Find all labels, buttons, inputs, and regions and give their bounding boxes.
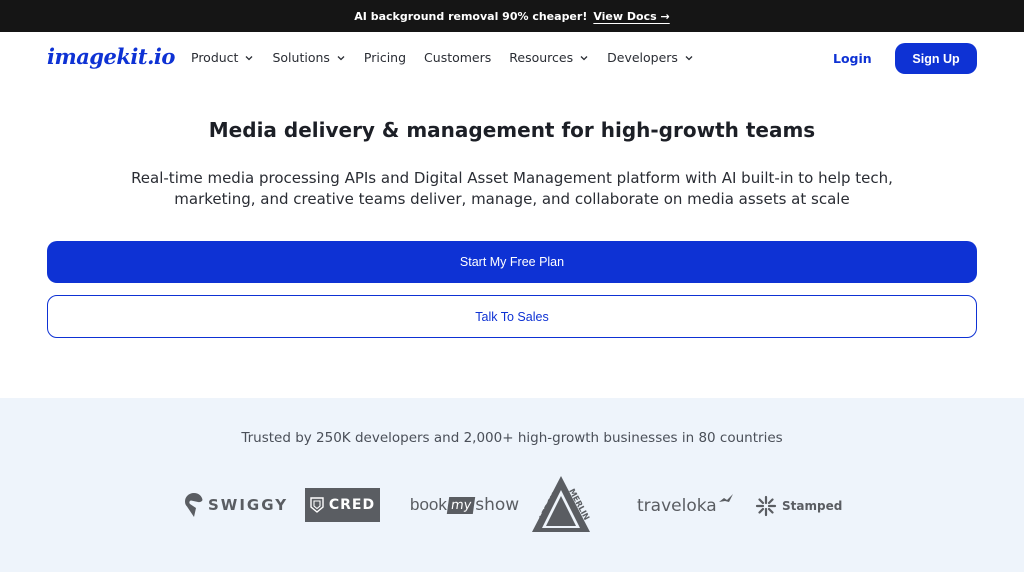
chevron-down-icon [337, 55, 345, 60]
trusted-section: Trusted by 250K developers and 2,000+ hi… [0, 398, 1024, 572]
nav-item-solutions[interactable]: Solutions [272, 50, 345, 65]
trusted-text: Trusted by 250K developers and 2,000+ hi… [241, 430, 783, 446]
nav-item-label: Customers [424, 50, 492, 65]
sign-up-button[interactable]: Sign Up [895, 43, 977, 74]
nav-item-label: Pricing [363, 50, 407, 65]
stamped-wordmark: Stamped [782, 499, 843, 513]
login-link[interactable]: Login [833, 51, 872, 66]
swiggy-mark-icon [185, 493, 203, 517]
imagekit-logo[interactable]: imagekit.io [47, 44, 175, 69]
start-free-plan-button[interactable]: Start My Free Plan [47, 241, 977, 283]
leroy-merlin-logo: LEROY MERLIN [528, 472, 594, 538]
chevron-down-icon [246, 55, 253, 60]
bookmyshow-my-badge: my [446, 496, 476, 514]
main-menu: Product Solutions Pricing Customers Reso… [191, 50, 694, 65]
nav-item-label: Product [191, 50, 239, 65]
nav-item-label: Resources [509, 50, 574, 65]
view-docs-link[interactable]: View Docs → [593, 10, 669, 23]
nav-item-product[interactable]: Product [191, 50, 254, 65]
bookmyshow-show: show [475, 495, 520, 515]
cred-wordmark: CRED [328, 497, 376, 513]
traveloka-wordmark: traveloka [637, 496, 717, 516]
bookmyshow-book: book [410, 495, 447, 514]
announcement-bar: AI background removal 90% cheaper! View … [0, 0, 1024, 32]
swiggy-wordmark: SWIGGY [208, 496, 289, 514]
chevron-down-icon [580, 55, 588, 60]
bird-icon [718, 494, 733, 502]
top-nav: imagekit.io Product Solutions Pricing Cu… [0, 32, 1024, 86]
nav-item-label: Developers [607, 50, 678, 65]
nav-item-pricing[interactable]: Pricing [364, 50, 406, 65]
customer-logos: SWIGGY CRED book my show LEROY MERLIN tr… [0, 476, 1024, 532]
cred-logo: CRED [305, 488, 380, 522]
nav-item-developers[interactable]: Developers [607, 50, 694, 65]
stamped-logo: Stamped [755, 494, 842, 518]
stamped-mark-icon [755, 495, 777, 517]
nav-item-resources[interactable]: Resources [509, 50, 589, 65]
cred-shield-icon [310, 497, 324, 513]
chevron-down-icon [685, 55, 693, 60]
hero-headline: Media delivery & management for high-gro… [208, 118, 816, 142]
hero-subtext: Real-time media processing APIs and Digi… [131, 169, 893, 208]
swiggy-logo: SWIGGY [184, 490, 288, 520]
bookmyshow-logo: book my show [410, 491, 519, 519]
traveloka-logo: traveloka [637, 492, 734, 520]
talk-to-sales-button[interactable]: Talk To Sales [47, 295, 977, 338]
bookmyshow-my: my [449, 497, 473, 513]
announcement-text: AI background removal 90% cheaper! [354, 9, 588, 23]
nav-item-customers[interactable]: Customers [424, 50, 491, 65]
nav-item-label: Solutions [272, 50, 330, 65]
